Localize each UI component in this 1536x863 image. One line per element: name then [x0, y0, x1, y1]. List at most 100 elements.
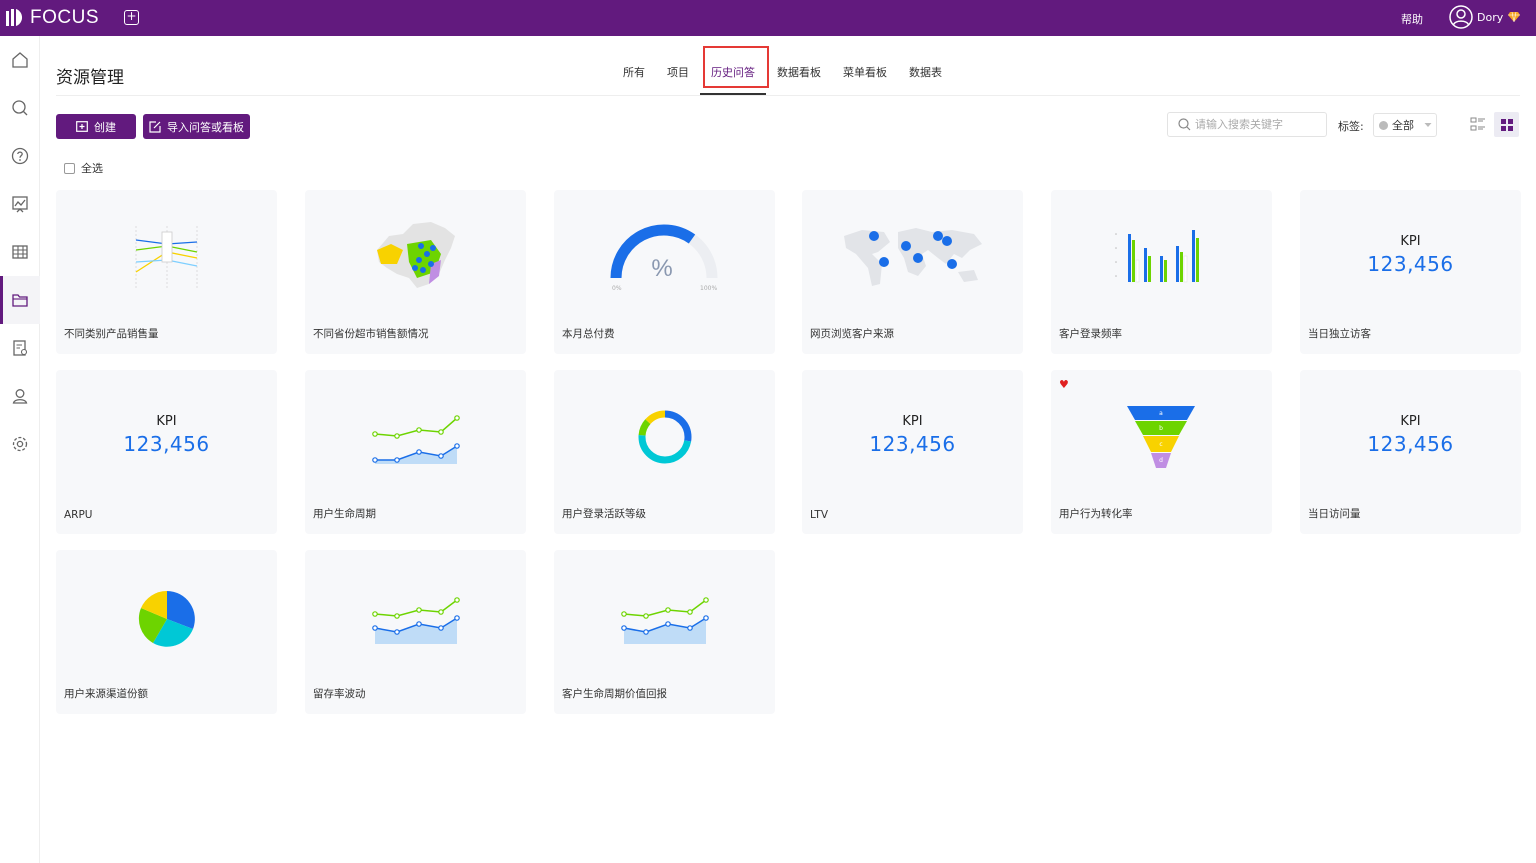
highlight-box	[703, 46, 769, 88]
resource-card[interactable]: a b c d 用户行为转化率	[1051, 370, 1272, 534]
app-logo[interactable]: FOCUS	[6, 7, 99, 29]
sidebar-item-resources[interactable]	[0, 276, 40, 324]
resource-card[interactable]: 用户生命周期	[305, 370, 526, 534]
sidebar-item-report-settings[interactable]	[0, 328, 40, 368]
tag-filter-label: 标签:	[1338, 120, 1364, 133]
page-title: 资源管理	[56, 68, 124, 88]
parallel-lines-thumbnail	[135, 226, 198, 290]
resource-card[interactable]: KPI 123,456 当日独立访客	[1300, 190, 1521, 354]
settings-icon	[12, 436, 28, 452]
resource-card[interactable]: 用户来源渠道份额	[56, 550, 277, 714]
chevron-down-icon	[1424, 123, 1432, 127]
diamond-icon	[1508, 11, 1521, 23]
gauge-max-label: 100%	[700, 285, 717, 292]
gauge-thumbnail: % 0% 100%	[610, 224, 718, 292]
card-title: 用户行为转化率	[1059, 508, 1133, 520]
tag-filter-value: 全部	[1392, 119, 1414, 132]
card-title: 本月总付费	[562, 328, 615, 340]
import-button[interactable]: 导入问答或看板	[143, 114, 250, 139]
kpi-value: 123,456	[1367, 432, 1454, 456]
resource-card[interactable]: KPI 123,456 当日访问量	[1300, 370, 1521, 534]
kpi-value: 123,456	[1367, 252, 1454, 276]
card-title: 当日访问量	[1308, 508, 1361, 520]
line-area-thumbnail	[372, 597, 460, 644]
user-name: Dory	[1477, 10, 1504, 24]
kpi-title: KPI	[1400, 414, 1421, 429]
favorite-heart-icon[interactable]: ♥	[1059, 378, 1069, 391]
card-title: 当日独立访客	[1308, 328, 1371, 340]
pie-thumbnail	[138, 590, 195, 647]
create-button[interactable]: 创建	[56, 114, 136, 139]
tab-projects[interactable]: 项目	[656, 64, 700, 90]
report-settings-icon	[13, 340, 28, 356]
sidebar	[0, 36, 40, 863]
card-title: ARPU	[64, 509, 93, 521]
resource-card[interactable]: 客户生命周期价值回报	[554, 550, 775, 714]
funnel-label: b	[1159, 425, 1163, 432]
user-menu[interactable]: Dory	[1449, 5, 1521, 29]
resource-card[interactable]: 留存率波动	[305, 550, 526, 714]
donut-thumbnail	[638, 410, 692, 464]
card-title: 网页浏览客户来源	[810, 328, 894, 340]
search-icon	[12, 100, 28, 116]
create-button-label: 创建	[94, 120, 116, 134]
sidebar-item-settings[interactable]	[0, 424, 40, 464]
resource-card[interactable]: 网页浏览客户来源	[802, 190, 1023, 354]
help-icon	[11, 147, 29, 165]
list-view-icon[interactable]	[1469, 115, 1487, 133]
card-title: LTV	[810, 509, 829, 521]
new-tab-button[interactable]: +	[124, 10, 139, 25]
header-divider	[56, 95, 1520, 96]
gauge-symbol: %	[651, 255, 672, 282]
kpi-display: KPI 123,456	[802, 414, 1023, 456]
card-title: 留存率波动	[313, 688, 366, 700]
resource-card[interactable]: 用户登录活跃等级	[554, 370, 775, 534]
funnel-label: d	[1159, 457, 1163, 464]
tag-filter-select[interactable]: 全部	[1373, 113, 1437, 137]
bar-chart-thumbnail	[1115, 230, 1199, 283]
logo-text: FOCUS	[30, 7, 99, 28]
search-input[interactable]	[1195, 118, 1315, 131]
tab-data-boards[interactable]: 数据看板	[766, 64, 832, 90]
card-title: 不同类别产品销售量	[64, 328, 159, 340]
line-area-thumbnail	[621, 597, 709, 644]
top-bar: FOCUS + 帮助 Dory	[0, 0, 1536, 36]
resource-card[interactable]: % 0% 100% 本月总付费	[554, 190, 775, 354]
table-icon	[12, 245, 28, 259]
home-icon	[12, 52, 28, 68]
kpi-display: KPI 123,456	[56, 414, 277, 456]
kpi-display: KPI 123,456	[1300, 414, 1521, 456]
tab-data-tables[interactable]: 数据表	[898, 64, 953, 90]
help-link[interactable]: 帮助	[1401, 11, 1423, 27]
import-icon	[149, 120, 161, 133]
folder-icon	[12, 294, 28, 307]
resource-tabs: 所有 项目 历史问答 数据看板 菜单看板 数据表	[612, 64, 953, 95]
search-box[interactable]	[1167, 112, 1327, 137]
card-title: 用户来源渠道份额	[64, 688, 148, 700]
tab-all[interactable]: 所有	[612, 64, 656, 90]
funnel-label: c	[1159, 441, 1162, 448]
sidebar-item-users[interactable]	[0, 376, 40, 416]
select-all-label: 全选	[81, 162, 103, 175]
resource-card[interactable]: 不同类别产品销售量	[56, 190, 277, 354]
resource-card[interactable]: 不同省份超市销售额情况	[305, 190, 526, 354]
gauge-min-label: 0%	[612, 285, 622, 292]
sidebar-item-help[interactable]	[0, 136, 40, 176]
search-icon	[1178, 118, 1191, 131]
resource-card[interactable]: 客户登录频率	[1051, 190, 1272, 354]
sidebar-item-table[interactable]	[0, 232, 40, 272]
sidebar-item-search[interactable]	[0, 88, 40, 128]
grid-view-button[interactable]	[1494, 112, 1519, 137]
sidebar-item-dashboard[interactable]	[0, 184, 40, 224]
china-map-thumbnail	[377, 222, 455, 288]
select-all[interactable]: 全选	[64, 160, 103, 176]
resource-card[interactable]: KPI 123,456 ARPU	[56, 370, 277, 534]
card-title: 用户生命周期	[313, 508, 376, 520]
line-area-thumbnail	[372, 415, 460, 464]
tab-menu-boards[interactable]: 菜单看板	[832, 64, 898, 90]
select-all-checkbox[interactable]	[64, 162, 75, 174]
sidebar-item-home[interactable]	[0, 40, 40, 80]
resource-card[interactable]: KPI 123,456 LTV	[802, 370, 1023, 534]
import-button-label: 导入问答或看板	[167, 120, 244, 134]
kpi-title: KPI	[902, 414, 923, 429]
